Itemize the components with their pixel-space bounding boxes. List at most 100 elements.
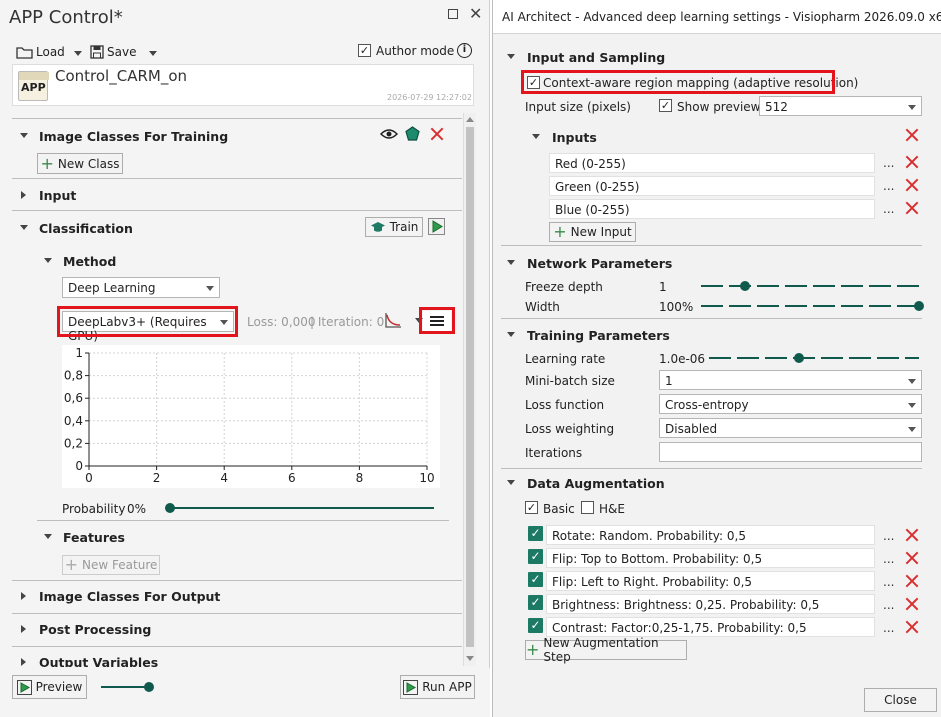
freeze-depth-slider-handle[interactable] xyxy=(739,281,750,291)
augmentation-options-button[interactable]: ... xyxy=(883,552,894,566)
new-input-button[interactable]: + New Input xyxy=(549,222,636,242)
width-slider-track[interactable] xyxy=(701,305,919,307)
collapse-arrow-icon[interactable] xyxy=(507,260,515,265)
expand-arrow-icon[interactable] xyxy=(21,191,26,199)
input-options-button[interactable]: ... xyxy=(883,156,894,170)
augmentation-options-button[interactable]: ... xyxy=(883,575,894,589)
chevron-down-icon[interactable] xyxy=(149,50,158,56)
augmentation-checkbox[interactable]: ✓ xyxy=(528,618,543,633)
pentagon-shape-icon[interactable] xyxy=(405,126,420,141)
restore-icon[interactable] xyxy=(448,9,458,19)
section-image-classes-output[interactable]: Image Classes For Output xyxy=(39,589,220,604)
collapse-arrow-icon[interactable] xyxy=(507,332,515,337)
augmentation-step[interactable]: Contrast: Factor:0,25-1,75. Probability:… xyxy=(546,617,875,637)
learning-rate-slider-track[interactable] xyxy=(709,357,919,359)
delete-augmentation-icon[interactable] xyxy=(905,620,919,634)
eye-icon[interactable] xyxy=(380,128,398,140)
delete-input-icon[interactable] xyxy=(905,178,919,192)
width-slider-handle[interactable] xyxy=(914,301,924,311)
probability-slider-track[interactable] xyxy=(170,507,434,509)
augmentation-options-button[interactable]: ... xyxy=(883,621,894,635)
train-button[interactable]: Train xyxy=(365,217,423,237)
delete-augmentation-icon[interactable] xyxy=(905,551,919,565)
loss-curve-icon[interactable] xyxy=(384,312,402,328)
delete-input-icon[interactable] xyxy=(905,155,919,169)
new-feature-button[interactable]: + New Feature xyxy=(62,555,160,575)
section-classification[interactable]: Classification xyxy=(39,221,133,236)
collapse-arrow-icon[interactable] xyxy=(20,225,28,230)
input-size-select[interactable]: 512 xyxy=(759,96,922,116)
collapse-arrow-icon[interactable] xyxy=(20,133,28,138)
augmentation-options-button[interactable]: ... xyxy=(883,598,894,612)
expand-arrow-icon[interactable] xyxy=(21,592,26,600)
collapse-arrow-icon[interactable] xyxy=(507,54,515,59)
augmentation-checkbox[interactable]: ✓ xyxy=(528,595,543,610)
delete-icon[interactable] xyxy=(430,127,444,141)
input-row-red[interactable]: Red (0-255) xyxy=(549,153,875,173)
collapse-arrow-icon[interactable] xyxy=(44,534,52,539)
run-app-button[interactable]: Run APP xyxy=(400,675,475,699)
section-data-augmentation[interactable]: Data Augmentation xyxy=(527,476,665,491)
input-row-green[interactable]: Green (0-255) xyxy=(549,176,875,196)
augmentation-checkbox[interactable]: ✓ xyxy=(528,572,543,587)
augmentation-step[interactable]: Rotate: Random. Probability: 0,5 xyxy=(546,525,875,545)
new-augmentation-step-button[interactable]: + New Augmentation Step xyxy=(525,636,687,664)
section-input-sampling[interactable]: Input and Sampling xyxy=(527,50,665,65)
collapse-arrow-icon[interactable] xyxy=(507,480,515,485)
features-header[interactable]: Features xyxy=(63,530,125,545)
loss-function-select[interactable]: Cross-entropy xyxy=(659,394,922,414)
section-input[interactable]: Input xyxy=(39,188,76,203)
preview-slider-track[interactable] xyxy=(101,686,149,688)
section-training-parameters[interactable]: Training Parameters xyxy=(527,328,670,343)
input-options-button[interactable]: ... xyxy=(883,202,894,216)
augmentation-step[interactable]: Brightness: Brightness: 0,25. Probabilit… xyxy=(546,594,875,614)
section-network-parameters[interactable]: Network Parameters xyxy=(527,256,672,271)
probability-slider-handle[interactable] xyxy=(165,503,175,513)
inputs-header[interactable]: Inputs xyxy=(552,130,597,145)
section-output-variables[interactable]: Output Variables xyxy=(39,655,158,667)
scroll-up-icon[interactable] xyxy=(466,117,474,122)
load-button[interactable]: Load xyxy=(16,43,82,61)
delete-all-inputs-icon[interactable] xyxy=(905,128,919,142)
save-button[interactable]: Save xyxy=(90,43,158,61)
show-preview-checkbox[interactable]: ✓ xyxy=(659,99,672,112)
learning-rate-slider-handle[interactable] xyxy=(794,353,805,363)
he-checkbox[interactable] xyxy=(581,501,594,514)
delete-input-icon[interactable] xyxy=(905,201,919,215)
augmentation-step[interactable]: Flip: Left to Right. Probability: 0,5 xyxy=(546,571,875,591)
collapse-arrow-icon[interactable] xyxy=(44,258,52,263)
delete-augmentation-icon[interactable] xyxy=(905,574,919,588)
play-button[interactable] xyxy=(428,218,445,235)
mini-batch-select[interactable]: 1 xyxy=(659,370,922,390)
iterations-input[interactable] xyxy=(659,442,922,462)
augmentation-options-button[interactable]: ... xyxy=(883,529,894,543)
loss-weighting-select[interactable]: Disabled xyxy=(659,418,922,438)
delete-augmentation-icon[interactable] xyxy=(905,597,919,611)
preview-button[interactable]: Preview xyxy=(12,675,87,699)
collapse-arrow-icon[interactable] xyxy=(532,134,540,139)
close-button[interactable]: Close xyxy=(864,688,937,712)
basic-checkbox[interactable]: ✓ xyxy=(525,501,538,514)
scroll-down-icon[interactable] xyxy=(466,656,474,661)
augmentation-checkbox[interactable]: ✓ xyxy=(528,526,543,541)
delete-augmentation-icon[interactable] xyxy=(905,528,919,542)
section-image-classes-training[interactable]: Image Classes For Training xyxy=(39,129,228,144)
section-post-processing[interactable]: Post Processing xyxy=(39,622,151,637)
augmentation-checkbox[interactable]: ✓ xyxy=(528,549,543,564)
freeze-depth-slider-track[interactable] xyxy=(701,285,919,287)
author-mode-checkbox[interactable]: ✓ xyxy=(358,44,371,57)
preview-slider-handle[interactable] xyxy=(144,682,154,692)
scrollbar-thumb[interactable] xyxy=(466,127,474,647)
info-icon[interactable]: i xyxy=(457,43,472,58)
expand-arrow-icon[interactable] xyxy=(21,658,26,666)
scrollbar[interactable] xyxy=(463,113,476,666)
close-panel-icon[interactable]: ✕ xyxy=(469,4,482,23)
augmentation-step[interactable]: Flip: Top to Bottom. Probability: 0,5 xyxy=(546,548,875,568)
method-header[interactable]: Method xyxy=(63,254,116,269)
method-select[interactable]: Deep Learning xyxy=(62,277,220,298)
chevron-down-icon[interactable] xyxy=(73,50,82,56)
new-class-button[interactable]: + New Class xyxy=(37,153,123,174)
expand-arrow-icon[interactable] xyxy=(21,625,26,633)
input-options-button[interactable]: ... xyxy=(883,179,894,193)
input-row-blue[interactable]: Blue (0-255) xyxy=(549,199,875,219)
